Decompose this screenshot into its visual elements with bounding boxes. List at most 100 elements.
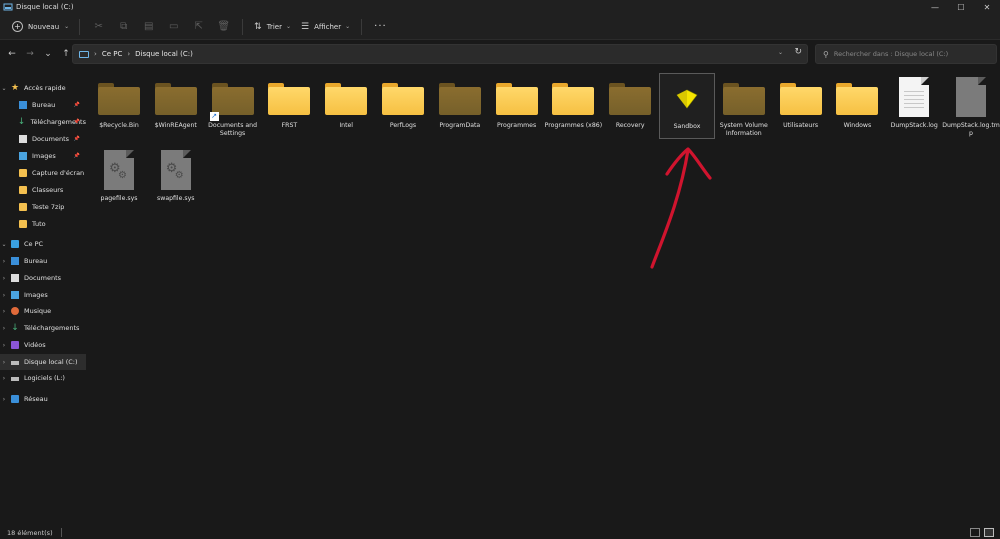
sidebar-item[interactable]: ↓ Téléchargements 📌 bbox=[0, 114, 86, 130]
back-button[interactable]: ← bbox=[3, 45, 21, 63]
sidebar-item[interactable]: › Disque local (C:) bbox=[0, 354, 86, 370]
breadcrumb-disque-local[interactable]: Disque local (C:) bbox=[135, 50, 193, 58]
file-thumbnail: ⚙ ⚙ bbox=[95, 150, 143, 192]
file-item[interactable]: DumpStack.log.tmp bbox=[942, 73, 1000, 139]
new-button[interactable]: + Nouveau ⌄ bbox=[8, 17, 73, 37]
music-icon bbox=[11, 307, 19, 315]
chevron-right-icon[interactable]: › bbox=[0, 325, 8, 332]
close-button[interactable]: ✕ bbox=[974, 0, 1000, 14]
image-icon bbox=[19, 152, 27, 160]
file-item[interactable]: $WinREAgent bbox=[148, 73, 204, 139]
file-item[interactable]: Programmes (x86) bbox=[545, 73, 602, 139]
view-icon: ☰ bbox=[301, 21, 310, 32]
chevron-down-icon[interactable]: ⌄ bbox=[0, 241, 8, 248]
file-item[interactable]: System Volume Information bbox=[716, 73, 772, 139]
sort-button[interactable]: ⇅ Trier ⌄ bbox=[249, 17, 296, 37]
sidebar-item[interactable]: › Musique bbox=[0, 303, 86, 319]
sidebar-item[interactable]: › Réseau bbox=[0, 391, 86, 407]
sidebar-item[interactable]: › Bureau bbox=[0, 253, 86, 269]
new-button-label: Nouveau bbox=[28, 22, 60, 31]
sidebar-item-label: Disque local (C:) bbox=[24, 358, 78, 366]
file-item[interactable]: ProgramData bbox=[432, 73, 488, 139]
file-item[interactable]: Recovery bbox=[602, 73, 658, 139]
sidebar-item-label: Documents bbox=[32, 135, 70, 143]
file-item[interactable]: ⚙ ⚙ pagefile.sys bbox=[91, 146, 147, 212]
breadcrumb-ce-pc[interactable]: Ce PC bbox=[102, 50, 123, 58]
file-item[interactable]: ↗ Documents and Settings bbox=[205, 73, 261, 139]
sidebar-item[interactable]: Capture d'écran bbox=[0, 165, 86, 181]
sidebar-item-label: Musique bbox=[24, 307, 52, 315]
forward-button[interactable]: → bbox=[21, 45, 39, 63]
file-name: Sandbox bbox=[673, 123, 701, 130]
sidebar-item-label: Réseau bbox=[24, 395, 48, 403]
sidebar-item[interactable]: ⌄ Ce PC bbox=[0, 236, 86, 252]
file-icon bbox=[956, 77, 986, 117]
chevron-down-icon[interactable]: ⌄ bbox=[0, 85, 8, 92]
refresh-icon[interactable]: ↻ bbox=[794, 47, 802, 57]
sidebar-item-label: Documents bbox=[24, 274, 62, 282]
chevron-right-icon[interactable]: › bbox=[0, 258, 8, 265]
view-button[interactable]: ☰ Afficher ⌄ bbox=[296, 17, 355, 37]
sidebar-item[interactable]: › ↓ Téléchargements bbox=[0, 320, 86, 336]
file-item[interactable]: ⚙ ⚙ swapfile.sys bbox=[148, 146, 204, 212]
sidebar-item[interactable]: Tuto bbox=[0, 216, 86, 232]
file-thumbnail bbox=[947, 77, 995, 119]
chevron-right-icon[interactable]: › bbox=[0, 308, 8, 315]
chevron-right-icon[interactable]: › bbox=[0, 359, 8, 366]
share-icon[interactable]: ⇱ bbox=[186, 17, 211, 37]
sidebar-item[interactable]: Documents 📌 bbox=[0, 131, 86, 147]
details-view-button[interactable] bbox=[970, 528, 980, 537]
folder-icon bbox=[609, 87, 652, 115]
copy-icon[interactable]: ⧉ bbox=[111, 17, 136, 37]
file-item[interactable]: PerfLogs bbox=[375, 73, 431, 139]
toolbar-divider bbox=[361, 18, 363, 35]
sidebar-item[interactable]: Classeurs bbox=[0, 182, 86, 198]
chevron-right-icon[interactable]: › bbox=[0, 292, 8, 299]
delete-icon[interactable]: 🗑 bbox=[211, 17, 236, 37]
plus-icon: + bbox=[12, 21, 23, 32]
sidebar-item-label: Bureau bbox=[24, 257, 48, 265]
file-item[interactable]: Utilisateurs bbox=[773, 73, 829, 139]
search-input[interactable] bbox=[833, 50, 984, 58]
file-item[interactable]: Programmes bbox=[489, 73, 545, 139]
search-box[interactable]: ⚲ bbox=[815, 44, 997, 64]
chevron-right-icon[interactable]: › bbox=[0, 342, 8, 349]
sidebar-item-label: Images bbox=[32, 152, 56, 160]
sidebar-item[interactable]: › Logiciels (L:) bbox=[0, 370, 86, 386]
sidebar-item[interactable]: Teste 7zip bbox=[0, 199, 86, 215]
folder-icon bbox=[495, 87, 538, 115]
file-item[interactable]: $Recycle.Bin bbox=[91, 73, 147, 139]
folder-icon bbox=[836, 87, 879, 115]
maximize-button[interactable]: ☐ bbox=[948, 0, 974, 14]
sidebar-item[interactable]: › Images bbox=[0, 287, 86, 303]
sidebar-item[interactable]: Bureau 📌 bbox=[0, 97, 86, 113]
file-item[interactable]: Windows bbox=[829, 73, 885, 139]
file-item[interactable]: DumpStack.log bbox=[886, 73, 942, 139]
file-name: pagefile.sys bbox=[100, 195, 138, 202]
sidebar-item[interactable]: Images 📌 bbox=[0, 148, 86, 164]
chevron-down-icon[interactable]: ⌄ bbox=[778, 49, 783, 56]
minimize-button[interactable]: — bbox=[922, 0, 948, 14]
file-name: System Volume Information bbox=[719, 122, 768, 137]
chevron-right-icon: › bbox=[94, 50, 97, 58]
large-icons-view-button[interactable] bbox=[984, 528, 994, 537]
system-file-icon: ⚙ ⚙ bbox=[104, 150, 134, 190]
file-item[interactable]: Sandbox bbox=[659, 73, 715, 139]
sidebar-item-label: Vidéos bbox=[24, 341, 46, 349]
more-options-button[interactable]: ··· bbox=[374, 21, 387, 32]
sidebar-item[interactable]: › Vidéos bbox=[0, 337, 86, 353]
rename-icon[interactable]: ▭ bbox=[161, 17, 186, 37]
paste-icon[interactable]: ▤ bbox=[136, 17, 161, 37]
sidebar-item[interactable]: › Documents bbox=[0, 270, 86, 286]
cut-icon[interactable]: ✂ bbox=[86, 17, 111, 37]
view-button-label: Afficher bbox=[314, 22, 342, 31]
chevron-right-icon[interactable]: › bbox=[0, 396, 8, 403]
toolbar-divider bbox=[242, 18, 244, 35]
chevron-right-icon[interactable]: › bbox=[0, 375, 8, 382]
chevron-right-icon[interactable]: › bbox=[0, 275, 8, 282]
file-item[interactable]: FRST bbox=[261, 73, 317, 139]
address-bar[interactable]: › Ce PC › Disque local (C:) ⌄ ↻ bbox=[72, 44, 808, 64]
recent-locations-button[interactable]: ⌄ bbox=[39, 45, 57, 63]
file-item[interactable]: Intel bbox=[318, 73, 374, 139]
sidebar-item[interactable]: ⌄ ★ Accès rapide bbox=[0, 80, 86, 96]
